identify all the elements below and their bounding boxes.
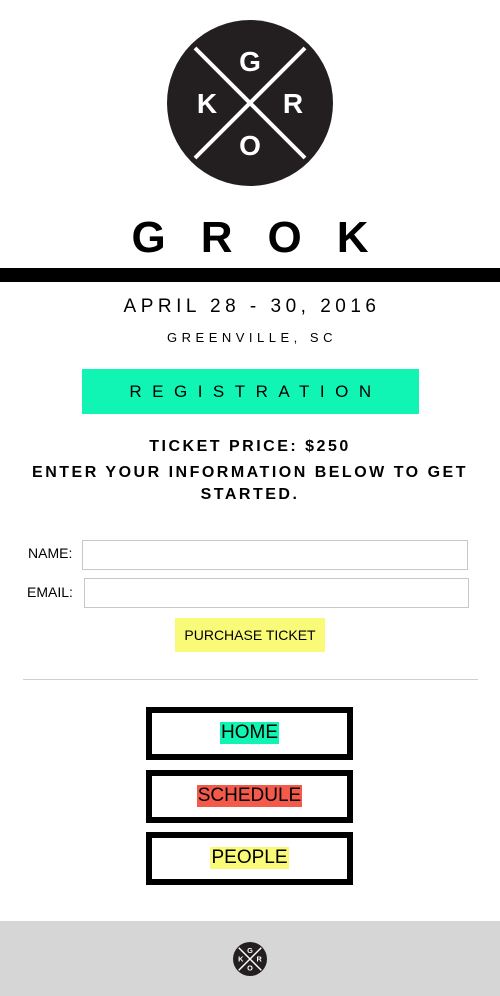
- nav-home-label: HOME: [220, 722, 279, 744]
- email-label: EMAIL:: [27, 584, 73, 600]
- name-label: NAME:: [28, 545, 73, 561]
- footer-logo-letter-top: G: [247, 946, 253, 955]
- form-instructions: ENTER YOUR INFORMATION BELOW TO GET STAR…: [32, 464, 468, 503]
- name-field[interactable]: [82, 540, 468, 570]
- nav-home-button[interactable]: HOME: [146, 707, 353, 760]
- purchase-ticket-button[interactable]: PURCHASE TICKET: [175, 618, 325, 652]
- logo-letter-top: G: [239, 46, 261, 77]
- nav-schedule-button[interactable]: SCHEDULE: [146, 770, 353, 823]
- event-dates: APRIL 28 - 30, 2016: [123, 296, 381, 317]
- logo-letter-left: K: [197, 88, 217, 119]
- logo-letter-bottom: O: [239, 130, 261, 161]
- logo-letter-right: R: [283, 88, 303, 119]
- footer-logo-letter-left: K: [238, 955, 244, 964]
- footer-logo-letter-bottom: O: [247, 964, 253, 973]
- registration-banner: REGISTRATION: [82, 369, 419, 414]
- nav-people-label: PEOPLE: [210, 847, 289, 869]
- section-divider: [23, 679, 478, 680]
- footer: G K R O: [0, 921, 500, 996]
- event-location: GREENVILLE, SC: [167, 330, 337, 345]
- footer-logo[interactable]: G K R O: [233, 942, 267, 976]
- footer-logo-letter-right: R: [257, 955, 263, 964]
- grok-logo: G K R O: [167, 20, 333, 186]
- header-divider: [0, 268, 500, 282]
- nav-schedule-label: SCHEDULE: [196, 785, 303, 807]
- nav-people-button[interactable]: PEOPLE: [146, 832, 353, 885]
- email-field[interactable]: [84, 578, 469, 608]
- site-title: GROK: [131, 213, 404, 262]
- ticket-price: TICKET PRICE: $250: [149, 438, 351, 455]
